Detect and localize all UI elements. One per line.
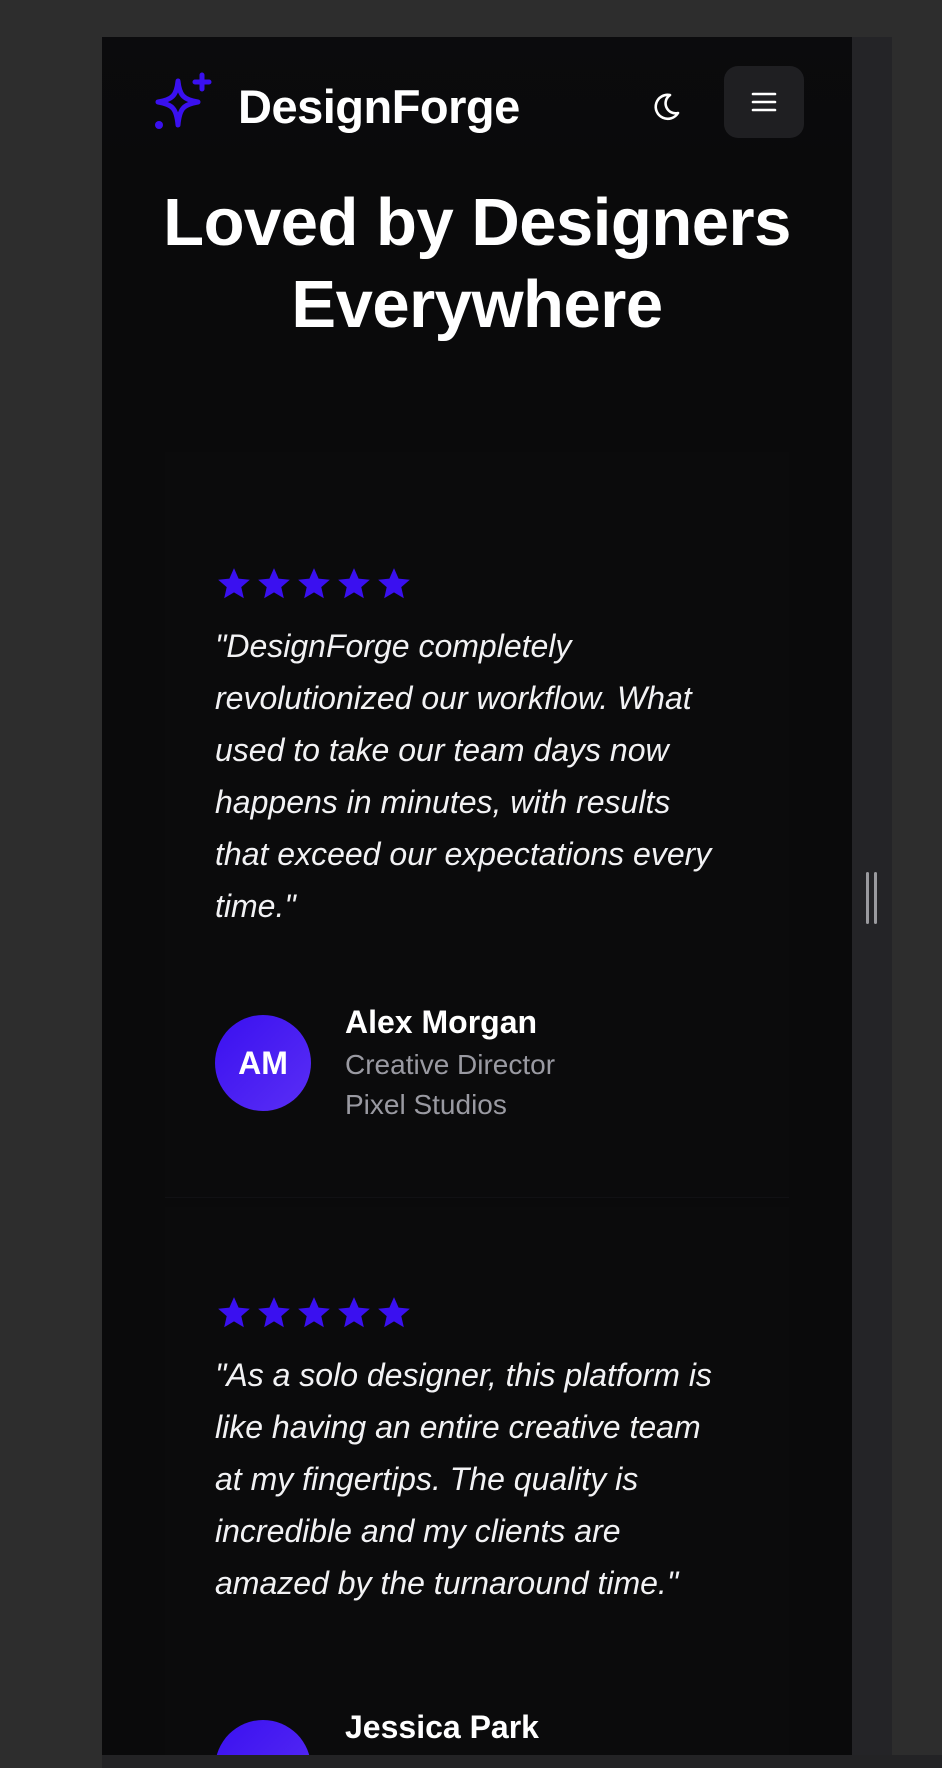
author-name: Jessica Park [345,1709,539,1745]
quote-line: happens in minutes, with results [215,784,671,820]
star-rating [215,1294,413,1332]
quote-line: like having an entire creative team [215,1409,701,1445]
star-icon [218,1297,250,1328]
star-rating [215,565,413,603]
author-company: Pixel Studios [345,1089,507,1120]
star-icon [298,568,330,599]
moon-icon [654,93,680,121]
quote-line: "DesignForge completely [215,628,572,664]
hamburger-menu-icon [751,92,777,112]
section-title-line: Everywhere [291,267,663,342]
star-icon [298,1297,330,1328]
star-icon [338,568,370,599]
testimonial-card: "As a solo designer, this platform is li… [165,1207,789,1768]
avatar: AM [215,1015,311,1111]
browser-viewport: DesignForge Loved by Designers Everywher… [102,37,852,1768]
star-icon [218,568,250,599]
quote-line: "As a solo designer, this platform is [215,1357,712,1393]
testimonial-quote: "DesignForge completely revolutionized o… [215,620,735,932]
resize-handle[interactable] [866,872,878,924]
quote-line: time." [215,888,296,924]
quote-line: used to take our team days now [215,732,669,768]
star-icon [258,1297,290,1328]
site-header: DesignForge [102,37,852,167]
quote-line: revolutionized our workflow. What [215,680,692,716]
author-name: Alex Morgan [345,1004,538,1040]
quote-line: that exceed our expectations every [215,836,712,872]
quote-line: amazed by the turnaround time." [215,1565,679,1601]
menu-button[interactable] [724,66,804,138]
author-role: Creative Director [345,1049,556,1080]
theme-toggle-button[interactable] [644,85,688,129]
testimonial-card: "DesignForge completely revolutionized o… [165,452,789,1198]
star-icon [258,568,290,599]
quote-line: at my fingertips. The quality is [215,1461,639,1497]
star-icon [378,568,410,599]
section-title: Loved by Designers Everywhere [102,182,852,346]
testimonial-quote: "As a solo designer, this platform is li… [215,1349,735,1609]
star-icon [378,1297,410,1328]
bottom-bar [102,1755,942,1768]
quote-line: incredible and my clients are [215,1513,621,1549]
section-title-line: Loved by Designers [163,185,791,260]
sparkle-logo-icon [155,72,212,129]
brand-name[interactable]: DesignForge [238,79,520,135]
star-icon [338,1297,370,1328]
